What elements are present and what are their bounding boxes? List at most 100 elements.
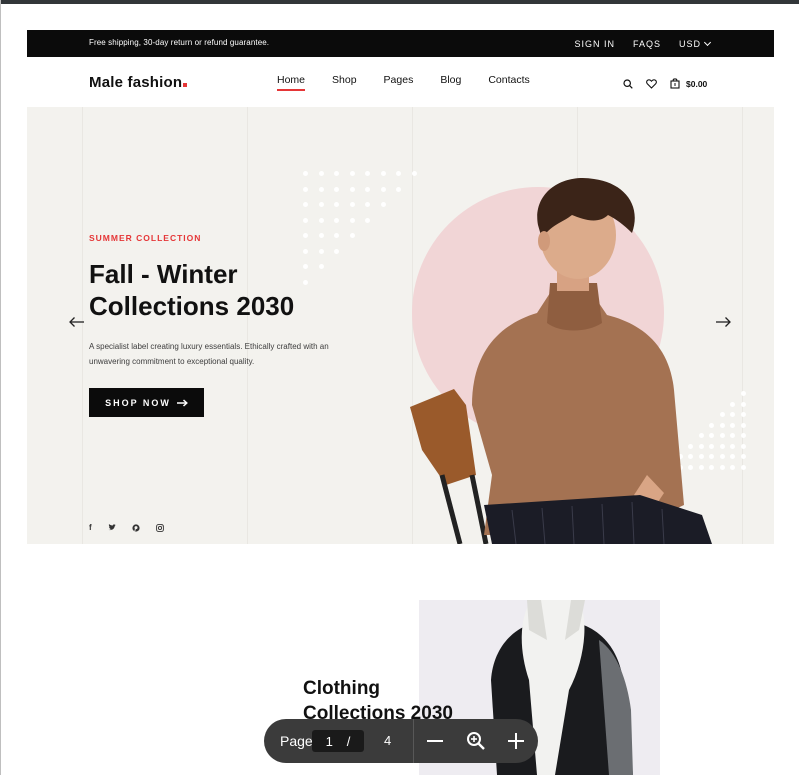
pattern-dot <box>740 454 746 459</box>
nav-home[interactable]: Home <box>277 74 306 91</box>
pattern-dot <box>349 186 355 192</box>
pattern-dot <box>730 464 735 470</box>
nav-contacts[interactable]: Contacts <box>488 74 529 90</box>
facebook-icon[interactable]: f <box>89 523 92 532</box>
topbar-links: SIGN IN FAQS USD <box>574 38 712 49</box>
pattern-dot <box>730 422 735 428</box>
pattern-dot <box>740 401 746 407</box>
zoom-fit-icon[interactable] <box>466 731 486 751</box>
pattern-dot <box>730 433 735 438</box>
browser-top-edge <box>0 0 799 4</box>
hero-kicker: SUMMER COLLECTION <box>89 233 202 243</box>
chevron-down-icon <box>703 38 712 47</box>
hero-slider: SUMMER COLLECTION Fall - Winter Collecti… <box>27 107 774 544</box>
hero-model-image <box>410 177 712 544</box>
hero-description: A specialist label creating luxury essen… <box>89 342 329 366</box>
shop-now-button[interactable]: SHOP NOW <box>89 388 204 417</box>
nav-shop[interactable]: Shop <box>332 74 357 90</box>
cart-total[interactable]: $0.00 <box>686 79 707 89</box>
pattern-dot <box>334 202 339 207</box>
pattern-dot <box>365 186 370 192</box>
pattern-dot <box>740 391 746 396</box>
pattern-dot <box>303 202 308 207</box>
pattern-dot <box>334 217 339 223</box>
sign-in-link[interactable]: SIGN IN <box>574 39 615 49</box>
pattern-dot <box>349 171 355 176</box>
pattern-dot <box>380 186 386 192</box>
header-icons: $0.00 <box>623 78 707 89</box>
pattern-dot <box>719 443 725 449</box>
pattern-dot <box>730 412 735 417</box>
slider-prev-arrow-icon[interactable] <box>69 316 85 328</box>
shop-now-label: SHOP NOW <box>105 397 171 408</box>
pattern-dot <box>303 217 308 223</box>
page-label: Page <box>280 733 313 749</box>
pattern-dot <box>365 217 370 223</box>
pattern-dot <box>318 186 324 192</box>
pattern-dot <box>318 233 324 238</box>
pattern-dot <box>730 401 735 407</box>
pattern-dot <box>380 202 386 207</box>
pattern-dot <box>349 217 355 223</box>
pdf-page-toolbar: Page 1 / 4 <box>264 719 538 763</box>
currency-dropdown[interactable]: USD <box>678 38 712 49</box>
site-header: Male fashion Home Shop Pages Blog Contac… <box>27 57 774 107</box>
page-number-input[interactable]: 1 / <box>312 730 364 752</box>
pattern-dot <box>303 171 308 176</box>
pattern-dot <box>318 248 324 254</box>
nav-blog[interactable]: Blog <box>440 74 461 90</box>
pattern-dot <box>740 443 746 449</box>
arrow-right-icon <box>176 398 188 407</box>
pattern-dot <box>740 412 746 417</box>
heart-icon[interactable] <box>646 78 657 89</box>
pattern-dot <box>365 171 370 176</box>
pattern-dot <box>719 422 725 428</box>
pattern-dot <box>396 186 401 192</box>
pattern-dot <box>719 433 725 438</box>
toolbar-divider <box>413 719 414 763</box>
search-icon[interactable] <box>623 78 633 89</box>
site-logo[interactable]: Male fashion <box>89 74 188 91</box>
pattern-dot <box>740 464 746 470</box>
current-page: 1 <box>325 733 333 749</box>
pattern-dot <box>318 202 324 207</box>
pattern-dot <box>396 171 401 176</box>
pattern-dot <box>380 171 386 176</box>
shipping-note: Free shipping, 30-day return or refund g… <box>89 38 270 47</box>
page-separator: / <box>346 733 351 749</box>
pattern-dot <box>303 233 308 238</box>
pattern-dot <box>318 217 324 223</box>
shopping-bag-icon[interactable] <box>670 78 680 89</box>
grid-line <box>247 107 248 544</box>
pattern-dot <box>334 233 339 238</box>
pattern-dot <box>334 171 339 176</box>
announcement-bar: Free shipping, 30-day return or refund g… <box>27 30 774 57</box>
viewer-left-edge <box>0 0 1 775</box>
pattern-dot <box>334 186 339 192</box>
social-links: f <box>89 523 164 532</box>
twitter-icon[interactable] <box>108 524 116 531</box>
slider-next-arrow-icon[interactable] <box>715 316 731 328</box>
pattern-dot <box>719 464 725 470</box>
pattern-dot <box>349 233 355 238</box>
faqs-link[interactable]: FAQS <box>633 39 661 49</box>
pattern-dot <box>740 433 746 438</box>
pattern-dot <box>318 171 324 176</box>
pinterest-icon[interactable] <box>132 523 140 532</box>
pattern-dot <box>334 248 339 254</box>
pattern-dot <box>349 202 355 207</box>
currency-label: USD <box>678 39 701 49</box>
pattern-dot <box>719 454 725 459</box>
zoom-in-icon[interactable] <box>507 732 525 750</box>
pattern-dot <box>730 454 735 459</box>
zoom-out-icon[interactable] <box>427 740 443 742</box>
pattern-dot <box>365 202 370 207</box>
total-pages: 4 <box>384 733 392 748</box>
pattern-dot <box>730 443 735 449</box>
nav-pages[interactable]: Pages <box>384 74 414 90</box>
grid-line <box>742 107 743 544</box>
logo-dot <box>183 83 188 87</box>
instagram-icon[interactable] <box>155 523 164 532</box>
pattern-dot <box>740 422 746 428</box>
pattern-dot <box>303 248 308 254</box>
